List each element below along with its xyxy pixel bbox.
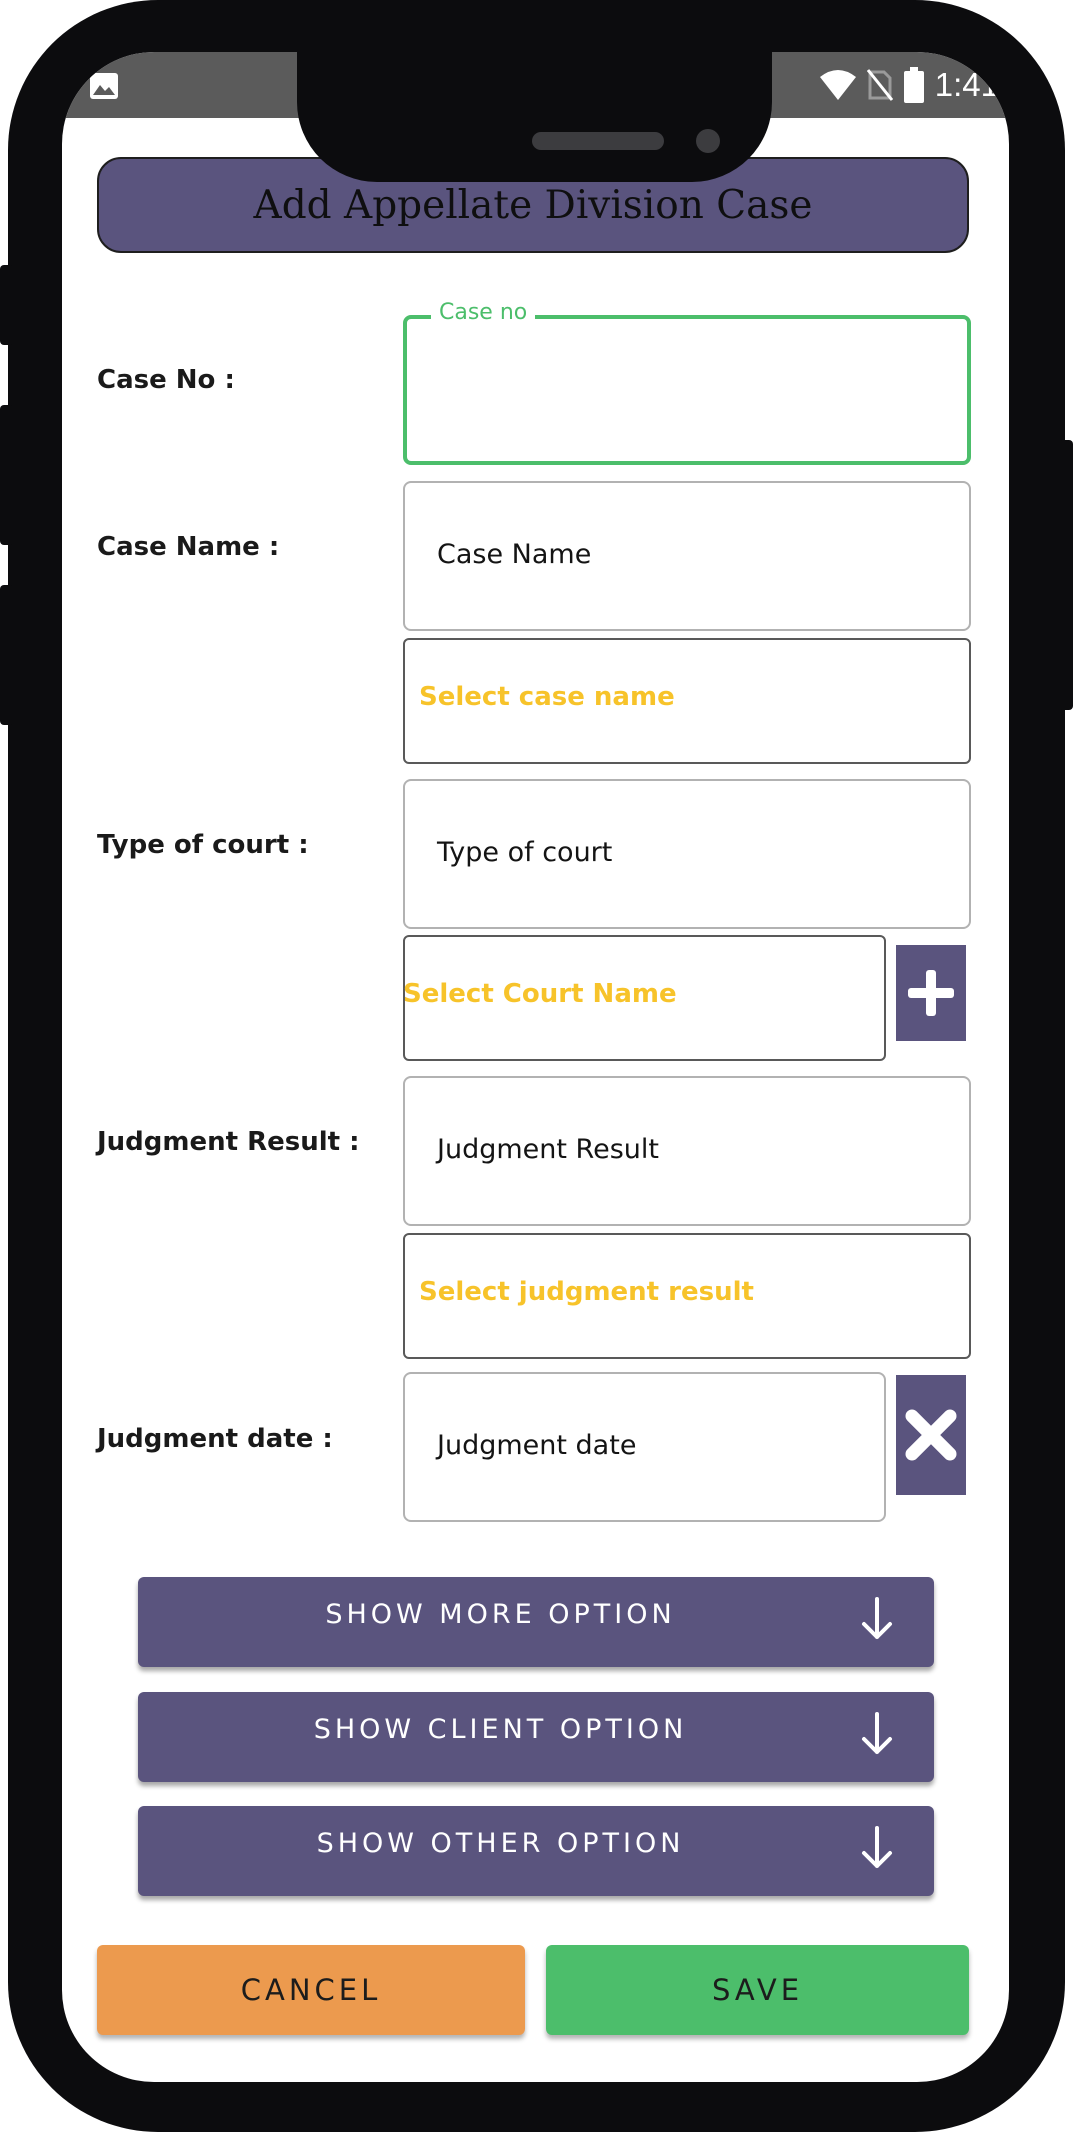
cancel-button[interactable]: CANCEL	[97, 1945, 525, 2035]
type-of-court-label: Type of court :	[97, 830, 309, 860]
judgment-date-label: Judgment date :	[97, 1424, 333, 1454]
camera-notch	[297, 52, 772, 182]
case-name-select[interactable]: Select case name	[403, 638, 971, 764]
wifi-icon	[819, 70, 856, 100]
add-court-button[interactable]	[896, 945, 966, 1041]
case-no-label: Case No :	[97, 365, 235, 395]
phone-side-button	[1059, 440, 1073, 710]
show-other-option-label: SHOW OTHER OPTION	[316, 1828, 685, 1859]
case-no-floating-label: Case no	[431, 300, 536, 325]
show-client-option-button[interactable]: SHOW CLIENT OPTION	[138, 1692, 934, 1782]
battery-icon	[903, 67, 924, 103]
arrow-down-icon	[862, 1826, 892, 1868]
judgment-result-select-hint: Select judgment result	[419, 1277, 754, 1307]
speaker-grille	[532, 132, 664, 150]
judgment-result-label: Judgment Result :	[97, 1127, 360, 1157]
judgment-result-field[interactable]: Judgment Result	[403, 1076, 971, 1226]
no-sim-icon	[866, 69, 893, 101]
plus-icon	[908, 970, 954, 1016]
show-more-option-label: SHOW MORE OPTION	[325, 1599, 676, 1630]
save-button[interactable]: SAVE	[546, 1945, 969, 2035]
show-other-option-button[interactable]: SHOW OTHER OPTION	[138, 1806, 934, 1896]
show-client-option-label: SHOW CLIENT OPTION	[313, 1714, 688, 1745]
arrow-down-icon	[862, 1712, 892, 1754]
case-name-field[interactable]: Case Name	[403, 481, 971, 631]
status-icons: 1:41	[819, 62, 999, 108]
case-no-field[interactable]: Case no	[403, 300, 971, 465]
court-name-select-hint: Select Court Name	[403, 979, 677, 1009]
close-icon	[905, 1409, 957, 1461]
case-name-label: Case Name :	[97, 532, 280, 562]
phone-side-button	[0, 405, 14, 545]
show-more-option-button[interactable]: SHOW MORE OPTION	[138, 1577, 934, 1667]
court-name-select[interactable]: Select Court Name	[403, 935, 886, 1061]
status-time: 1:41	[934, 66, 999, 103]
type-of-court-field[interactable]: Type of court	[403, 779, 971, 929]
page-title: Add Appellate Division Case	[253, 182, 813, 228]
clear-date-button[interactable]	[896, 1375, 966, 1495]
front-camera	[696, 129, 720, 153]
phone-side-button	[0, 265, 14, 345]
form-content: Add Appellate Division Case Case No : Ca…	[62, 52, 1009, 2082]
judgment-date-field[interactable]: Judgment date	[403, 1372, 886, 1522]
case-name-placeholder: Case Name	[437, 539, 592, 570]
case-name-select-hint: Select case name	[419, 682, 675, 712]
judgment-result-placeholder: Judgment Result	[437, 1134, 659, 1165]
phone-side-button	[0, 585, 14, 725]
phone-screen: 1:41 Add Appellate Division Case Case No…	[62, 52, 1009, 2082]
judgment-result-select[interactable]: Select judgment result	[403, 1233, 971, 1359]
judgment-date-placeholder: Judgment date	[437, 1430, 637, 1461]
arrow-down-icon	[862, 1597, 892, 1639]
type-of-court-placeholder: Type of court	[437, 837, 613, 868]
